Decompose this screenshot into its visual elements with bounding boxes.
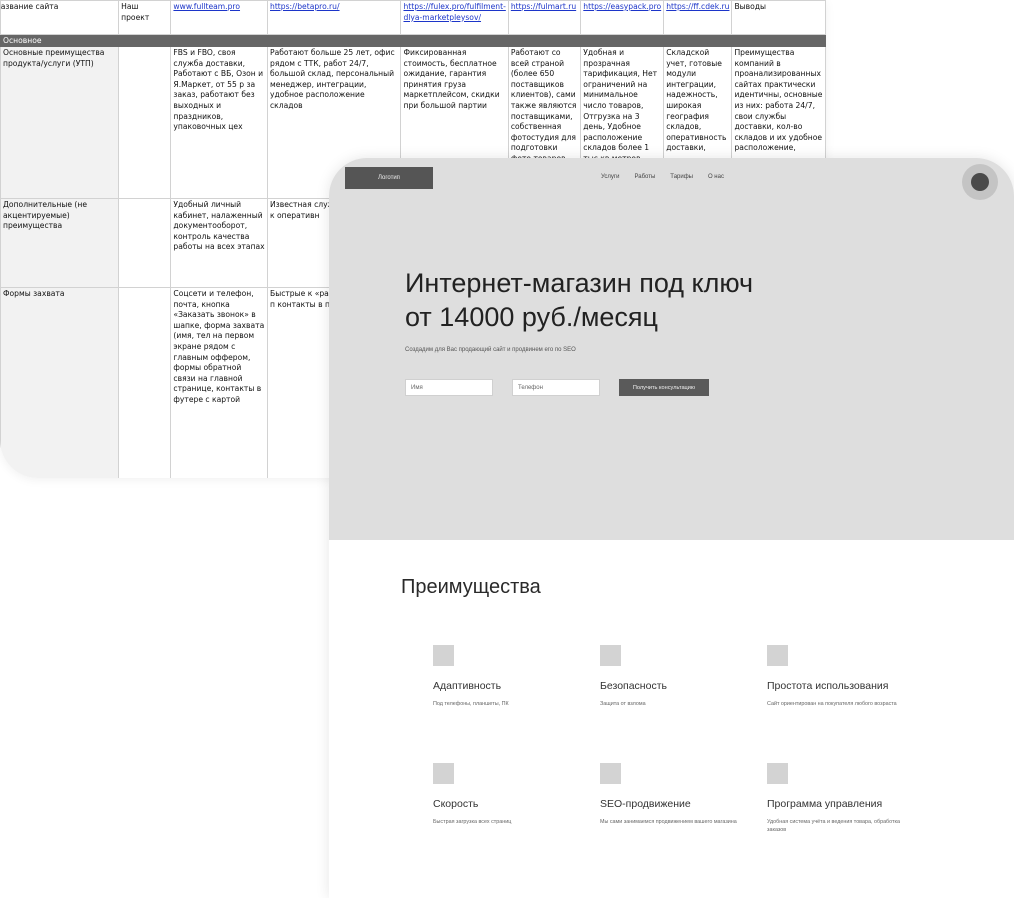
hero-section: Логотип Услуги Работы Тарифы О нас Интер…: [329, 158, 1014, 540]
main-nav: Услуги Работы Тарифы О нас: [601, 174, 724, 180]
table-cell: Соцсети и телефон, почта, кнопка «Заказа…: [170, 287, 268, 478]
row-label: Дополнительные (не акцентируемые) преиму…: [0, 198, 120, 288]
competitor-link[interactable]: https://fulmart.ru: [511, 2, 576, 11]
name-placeholder: Имя: [411, 384, 423, 391]
landing-mockup: Логотип Услуги Работы Тарифы О нас Интер…: [329, 158, 1014, 898]
header-cell: https://fulmart.ru: [507, 0, 582, 35]
header-cell: www.fullteam.pro: [170, 0, 268, 35]
hero-subtitle: Создадим для Вас продающий сайт и продви…: [405, 347, 576, 353]
feature-title: SEO-продвижение: [600, 798, 691, 810]
hero-title: Интернет-магазин под ключ от 14000 руб./…: [405, 266, 865, 334]
feature-icon: [767, 645, 788, 666]
competitor-link[interactable]: https://easypack.pro: [583, 2, 661, 11]
phone-placeholder: Телефон: [518, 384, 543, 391]
table-cell: [118, 46, 172, 199]
feature-seo: SEO-продвижение Мы сами занимаемся продв…: [600, 763, 750, 827]
competitor-link[interactable]: https://fulex.pro/fulfilment-dlya-market…: [403, 2, 505, 22]
feature-simplicity: Простота использования Сайт ориентирован…: [767, 645, 917, 709]
feature-icon: [600, 645, 621, 666]
header-cell: Название сайта: [0, 0, 120, 35]
nav-item-services[interactable]: Услуги: [601, 174, 619, 180]
table-cell: FBS и FBO, своя служба доставки, Работаю…: [170, 46, 268, 199]
feature-title: Безопасность: [600, 680, 667, 692]
section-label: Основное: [0, 34, 826, 47]
nav-item-pricing[interactable]: Тарифы: [670, 174, 693, 180]
feature-security: Безопасность Защита от взлома: [600, 645, 750, 709]
feature-title: Простота использования: [767, 680, 889, 692]
row-label: Формы захвата: [0, 287, 120, 478]
profile-icon[interactable]: [962, 164, 998, 200]
feature-desc: Мы сами занимаемся продвижением вашего м…: [600, 819, 737, 825]
feature-icon: [433, 645, 454, 666]
hero-title-line-2: от 14000 руб./месяц: [405, 302, 659, 332]
competitor-link[interactable]: www.fullteam.pro: [173, 2, 240, 11]
header-cell: https://ff.cdek.ru: [663, 0, 733, 35]
feature-adaptive: Адаптивность Под телефоны, планшеты, ПК: [433, 645, 583, 709]
header-cell: https://fulex.pro/fulfilment-dlya-market…: [400, 0, 509, 35]
feature-management: Программа управления Удобная система учё…: [767, 763, 917, 834]
table-header-row: Название сайта Наш проект www.fullteam.p…: [0, 0, 826, 35]
row-label: Основные преимущества продукта/услуги (У…: [0, 46, 120, 199]
competitor-link[interactable]: https://betapro.ru/: [270, 2, 340, 11]
nav-item-works[interactable]: Работы: [634, 174, 655, 180]
feature-title: Скорость: [433, 798, 479, 810]
header-cell: https://betapro.ru/: [266, 0, 402, 35]
hero-title-line-1: Интернет-магазин под ключ: [405, 268, 754, 298]
feature-title: Программа управления: [767, 798, 883, 810]
get-consultation-button[interactable]: Получить консультацию: [619, 379, 709, 396]
feature-desc: Под телефоны, планшеты, ПК: [433, 701, 509, 707]
nav-item-about[interactable]: О нас: [708, 174, 724, 180]
feature-icon: [767, 763, 788, 784]
header-cell: https://easypack.pro: [580, 0, 665, 35]
feature-desc: Быстрая загрузка всех страниц: [433, 819, 512, 825]
header-cell: Наш проект: [118, 0, 172, 35]
feature-desc: Защита от взлома: [600, 701, 646, 707]
section-row: Основное: [0, 34, 826, 47]
competitor-link[interactable]: https://ff.cdek.ru: [666, 2, 729, 11]
feature-desc: Сайт ориентирован на покупателя любого в…: [767, 701, 897, 707]
table-cell: [118, 198, 172, 288]
phone-input[interactable]: Телефон: [512, 379, 600, 396]
feature-speed: Скорость Быстрая загрузка всех страниц: [433, 763, 583, 827]
table-cell: Удобный личный кабинет, налаженный докум…: [170, 198, 268, 288]
feature-icon: [433, 763, 454, 784]
feature-title: Адаптивность: [433, 680, 502, 692]
header-cell: Выводы: [731, 0, 826, 35]
feature-desc: Удобная система учёта и ведения товара, …: [767, 819, 900, 833]
table-cell: [118, 287, 172, 478]
feature-icon: [600, 763, 621, 784]
logo-button[interactable]: Логотип: [345, 167, 433, 189]
advantages-title: Преимущества: [401, 576, 541, 598]
name-input[interactable]: Имя: [405, 379, 493, 396]
